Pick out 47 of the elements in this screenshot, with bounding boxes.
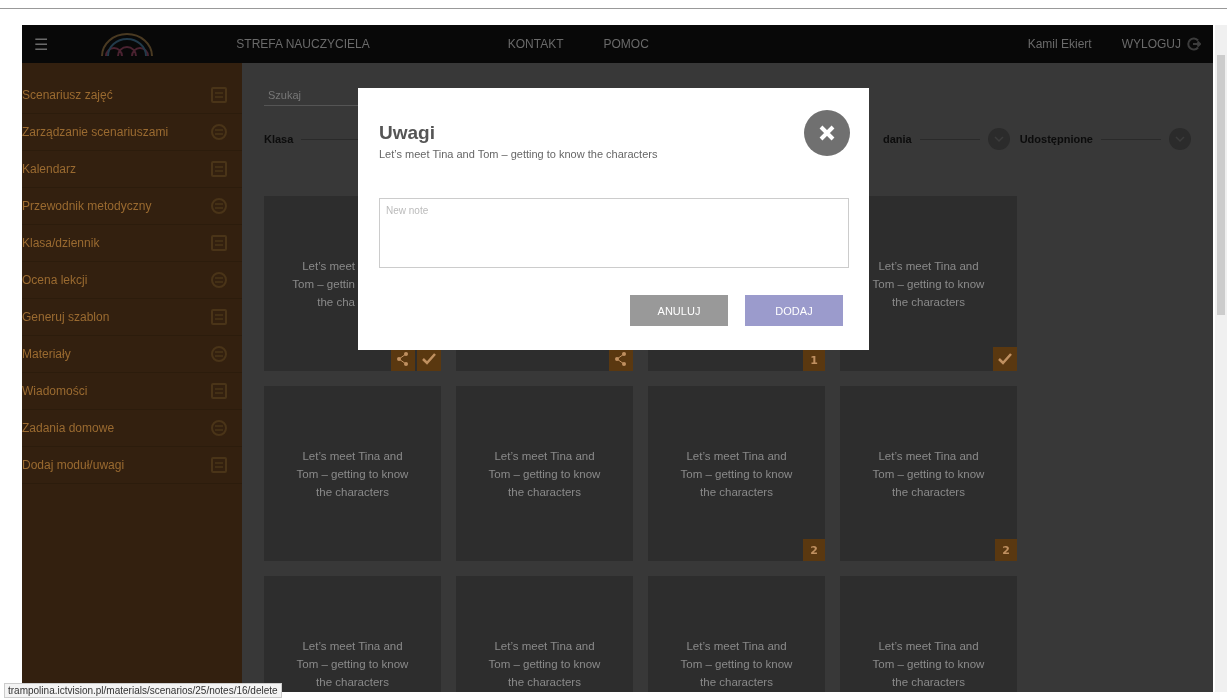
sidebar-item[interactable]: Zarządzanie scenariuszami [22,114,242,151]
card-title: Let’s meet Tina and Tom – getting to know the characters [679,638,794,690]
nav-link[interactable]: STREFA NAUCZYCIELA [236,37,370,51]
sidebar-item[interactable]: Zadania domowe [22,410,242,447]
scenario-card[interactable]: Let’s meet Tina and Tom – getting to know the characters [840,576,1017,692]
note-field[interactable]: New note [379,198,849,268]
close-button[interactable] [804,110,850,156]
nav-link[interactable]: KONTAKT [507,37,564,51]
scenario-card[interactable]: Let’s meet Tina and Tom – getting to know the characters 2 [648,386,825,561]
sidebar-item[interactable]: Scenariusz zajęć [22,77,242,114]
scenario-card[interactable]: Let’s meet Tina and Tom – getting to know the characters [456,576,633,692]
scenario-card[interactable]: Let’s meet Tina and Tom – getting to know the characters [264,386,441,561]
status-url: trampolina.ictvision.pl/materials/scenarios/25/notes/16/delete [4,683,282,698]
card-title: Let’s meet Tina and Tom – getting to know the characters [871,638,986,690]
cancel-button[interactable]: ANULUJ [630,295,728,326]
card-title: Let’s meet Tina and Tom – getting to know the characters [295,448,410,500]
card-title: Let’s meet Tina and Tom – getting to know the characters [871,448,986,500]
count-badge: 2 [995,539,1017,561]
sidebar-item[interactable]: Dodaj moduł/uwagi [22,447,242,484]
checkmark-icon [993,347,1017,371]
scenario-card[interactable]: Let’s meet Tina and Tom – getting to know the characters [648,576,825,692]
user-name[interactable]: Kamil Ekiert [1027,37,1092,51]
dialog-title: Uwagi [379,122,436,144]
card-title: Let’s meet Tom – gettin the cha [291,258,356,310]
menu-icon[interactable]: ☰ [34,34,49,54]
sidebar-item[interactable]: Generuj szablon [22,299,242,336]
nav-link[interactable]: POMOC [603,37,649,51]
sidebar-item[interactable]: Ocena lekcji [22,262,242,299]
sidebar-item[interactable]: Przewodnik metodyczny [22,188,242,225]
logout-icon[interactable] [1187,37,1201,51]
sidebar-item[interactable]: Klasa/dziennik [22,225,242,262]
scenario-card[interactable]: Let’s meet Tina and Tom – getting to know the characters 2 [840,386,1017,561]
dialog-subtitle: Let’s meet Tina and Tom – getting to know the characters [379,148,658,160]
add-button[interactable]: DODAJ [745,295,843,326]
card-title: Let’s meet Tina and Tom – getting to know the characters [679,448,794,500]
close-icon [818,124,836,142]
card-title: Let’s meet Tina and Tom – getting to know the characters [487,448,602,500]
logout-link[interactable]: WYLOGUJ [1121,37,1181,51]
scenario-card[interactable]: Let’s meet Tina and Tom – getting to know the characters [456,386,633,561]
card-title: Let’s meet Tina and Tom – getting to know the characters [871,258,986,310]
scrollbar[interactable] [1215,25,1227,692]
sidebar-item[interactable]: Materiały [22,336,242,373]
card-title: Let’s meet Tina and Tom – getting to know the characters [487,638,602,690]
count-badge: 2 [803,539,825,561]
count-badge: 1 [803,349,825,371]
sidebar-item[interactable]: Wiadomości [22,373,242,410]
sidebar-item[interactable]: Kalendarz [22,151,242,188]
